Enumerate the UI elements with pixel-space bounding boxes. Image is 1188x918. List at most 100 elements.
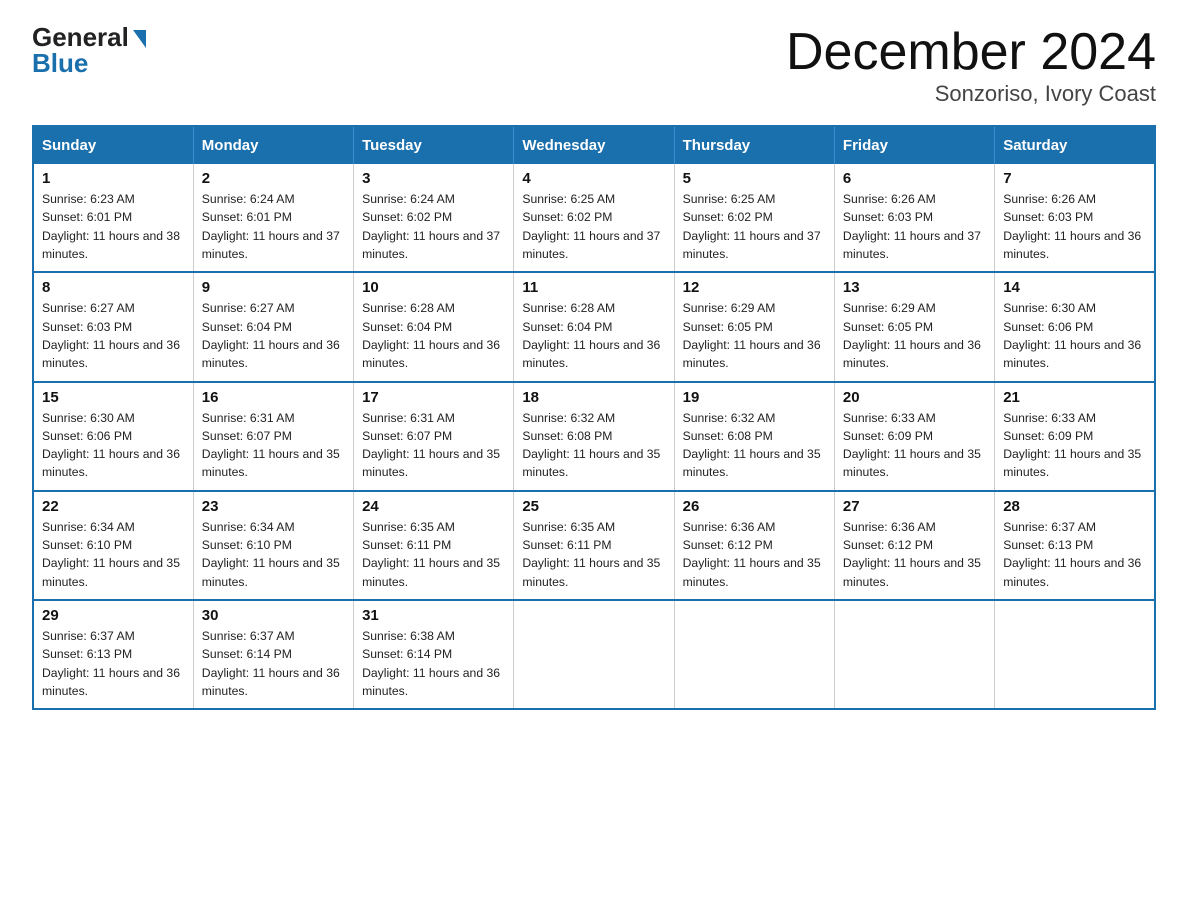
day-number: 2 (202, 170, 345, 187)
calendar-cell (834, 600, 994, 709)
calendar-cell: 14 Sunrise: 6:30 AMSunset: 6:06 PMDayligh… (995, 272, 1155, 381)
day-info: Sunrise: 6:31 AMSunset: 6:07 PMDaylight:… (362, 411, 500, 480)
day-info: Sunrise: 6:27 AMSunset: 6:04 PMDaylight:… (202, 301, 340, 370)
calendar-cell: 28 Sunrise: 6:37 AMSunset: 6:13 PMDayligh… (995, 491, 1155, 600)
day-number: 17 (362, 389, 505, 406)
day-info: Sunrise: 6:26 AMSunset: 6:03 PMDaylight:… (843, 192, 981, 261)
header-thursday: Thursday (674, 126, 834, 164)
calendar-cell: 21 Sunrise: 6:33 AMSunset: 6:09 PMDayligh… (995, 382, 1155, 491)
day-info: Sunrise: 6:37 AMSunset: 6:13 PMDaylight:… (1003, 520, 1141, 589)
day-info: Sunrise: 6:34 AMSunset: 6:10 PMDaylight:… (202, 520, 340, 589)
header-friday: Friday (834, 126, 994, 164)
day-number: 30 (202, 607, 345, 624)
day-info: Sunrise: 6:28 AMSunset: 6:04 PMDaylight:… (362, 301, 500, 370)
calendar-cell: 9 Sunrise: 6:27 AMSunset: 6:04 PMDaylight… (193, 272, 353, 381)
day-info: Sunrise: 6:24 AMSunset: 6:01 PMDaylight:… (202, 192, 340, 261)
day-info: Sunrise: 6:36 AMSunset: 6:12 PMDaylight:… (683, 520, 821, 589)
calendar-cell: 25 Sunrise: 6:35 AMSunset: 6:11 PMDayligh… (514, 491, 674, 600)
calendar-cell: 16Sunrise: 6:31 AMSunset: 6:07 PMDayligh… (193, 382, 353, 491)
day-number: 16 (202, 389, 345, 406)
day-number: 27 (843, 498, 986, 515)
day-info: Sunrise: 6:34 AMSunset: 6:10 PMDaylight:… (42, 520, 180, 589)
day-info: Sunrise: 6:23 AMSunset: 6:01 PMDaylight:… (42, 192, 180, 261)
day-info: Sunrise: 6:25 AMSunset: 6:02 PMDaylight:… (683, 192, 821, 261)
day-info: Sunrise: 6:32 AMSunset: 6:08 PMDaylight:… (683, 411, 821, 480)
logo-general-text: General (32, 24, 129, 50)
calendar-cell: 27 Sunrise: 6:36 AMSunset: 6:12 PMDayligh… (834, 491, 994, 600)
calendar-cell (514, 600, 674, 709)
day-number: 6 (843, 170, 986, 187)
day-number: 5 (683, 170, 826, 187)
calendar-cell: 2 Sunrise: 6:24 AMSunset: 6:01 PMDaylight… (193, 164, 353, 272)
day-number: 15 (42, 389, 185, 406)
header-wednesday: Wednesday (514, 126, 674, 164)
day-info: Sunrise: 6:25 AMSunset: 6:02 PMDaylight:… (522, 192, 660, 261)
month-title: December 2024 (786, 24, 1156, 81)
day-info: Sunrise: 6:30 AMSunset: 6:06 PMDaylight:… (1003, 301, 1141, 370)
calendar-cell: 18 Sunrise: 6:32 AMSunset: 6:08 PMDayligh… (514, 382, 674, 491)
calendar-week-1: 1Sunrise: 6:23 AMSunset: 6:01 PMDaylight… (33, 164, 1155, 272)
calendar-cell: 7 Sunrise: 6:26 AMSunset: 6:03 PMDaylight… (995, 164, 1155, 272)
day-info: Sunrise: 6:38 AMSunset: 6:14 PMDaylight:… (362, 629, 500, 698)
day-info: Sunrise: 6:35 AMSunset: 6:11 PMDaylight:… (362, 520, 500, 589)
day-number: 4 (522, 170, 665, 187)
page-header: General Blue December 2024 Sonzoriso, Iv… (32, 24, 1156, 107)
day-info: Sunrise: 6:30 AMSunset: 6:06 PMDaylight:… (42, 411, 180, 480)
day-number: 20 (843, 389, 986, 406)
day-number: 12 (683, 279, 826, 296)
day-number: 25 (522, 498, 665, 515)
day-number: 7 (1003, 170, 1146, 187)
day-number: 22 (42, 498, 185, 515)
calendar-cell: 22 Sunrise: 6:34 AMSunset: 6:10 PMDayligh… (33, 491, 193, 600)
calendar-cell (995, 600, 1155, 709)
calendar-week-2: 8 Sunrise: 6:27 AMSunset: 6:03 PMDaylight… (33, 272, 1155, 381)
day-info: Sunrise: 6:33 AMSunset: 6:09 PMDaylight:… (843, 411, 981, 480)
calendar-cell (674, 600, 834, 709)
day-number: 3 (362, 170, 505, 187)
title-block: December 2024 Sonzoriso, Ivory Coast (786, 24, 1156, 107)
day-number: 28 (1003, 498, 1146, 515)
day-number: 19 (683, 389, 826, 406)
day-info: Sunrise: 6:37 AMSunset: 6:14 PMDaylight:… (202, 629, 340, 698)
header-saturday: Saturday (995, 126, 1155, 164)
calendar-cell: 6 Sunrise: 6:26 AMSunset: 6:03 PMDaylight… (834, 164, 994, 272)
calendar-cell: 1Sunrise: 6:23 AMSunset: 6:01 PMDaylight… (33, 164, 193, 272)
day-number: 29 (42, 607, 185, 624)
day-number: 18 (522, 389, 665, 406)
calendar-cell: 23Sunrise: 6:34 AMSunset: 6:10 PMDayligh… (193, 491, 353, 600)
day-info: Sunrise: 6:24 AMSunset: 6:02 PMDaylight:… (362, 192, 500, 261)
calendar-cell: 15 Sunrise: 6:30 AMSunset: 6:06 PMDayligh… (33, 382, 193, 491)
day-number: 24 (362, 498, 505, 515)
calendar-cell: 12Sunrise: 6:29 AMSunset: 6:05 PMDayligh… (674, 272, 834, 381)
day-number: 8 (42, 279, 185, 296)
logo-general: General (32, 24, 146, 50)
calendar-cell: 20 Sunrise: 6:33 AMSunset: 6:09 PMDayligh… (834, 382, 994, 491)
logo-blue-text: Blue (32, 50, 88, 76)
day-info: Sunrise: 6:33 AMSunset: 6:09 PMDaylight:… (1003, 411, 1141, 480)
location-subtitle: Sonzoriso, Ivory Coast (786, 81, 1156, 107)
day-info: Sunrise: 6:37 AMSunset: 6:13 PMDaylight:… (42, 629, 180, 698)
day-info: Sunrise: 6:32 AMSunset: 6:08 PMDaylight:… (522, 411, 660, 480)
calendar-cell: 31 Sunrise: 6:38 AMSunset: 6:14 PMDayligh… (354, 600, 514, 709)
day-info: Sunrise: 6:36 AMSunset: 6:12 PMDaylight:… (843, 520, 981, 589)
calendar-cell: 3 Sunrise: 6:24 AMSunset: 6:02 PMDaylight… (354, 164, 514, 272)
header-monday: Monday (193, 126, 353, 164)
header-tuesday: Tuesday (354, 126, 514, 164)
day-info: Sunrise: 6:27 AMSunset: 6:03 PMDaylight:… (42, 301, 180, 370)
calendar-cell: 4 Sunrise: 6:25 AMSunset: 6:02 PMDaylight… (514, 164, 674, 272)
day-info: Sunrise: 6:35 AMSunset: 6:11 PMDaylight:… (522, 520, 660, 589)
day-number: 31 (362, 607, 505, 624)
day-number: 9 (202, 279, 345, 296)
day-number: 21 (1003, 389, 1146, 406)
calendar-week-4: 22 Sunrise: 6:34 AMSunset: 6:10 PMDayligh… (33, 491, 1155, 600)
calendar-cell: 30 Sunrise: 6:37 AMSunset: 6:14 PMDayligh… (193, 600, 353, 709)
day-number: 13 (843, 279, 986, 296)
calendar-cell: 17 Sunrise: 6:31 AMSunset: 6:07 PMDayligh… (354, 382, 514, 491)
calendar-table: Sunday Monday Tuesday Wednesday Thursday… (32, 125, 1156, 710)
calendar-week-5: 29 Sunrise: 6:37 AMSunset: 6:13 PMDayligh… (33, 600, 1155, 709)
calendar-cell: 29 Sunrise: 6:37 AMSunset: 6:13 PMDayligh… (33, 600, 193, 709)
day-number: 11 (522, 279, 665, 296)
day-info: Sunrise: 6:26 AMSunset: 6:03 PMDaylight:… (1003, 192, 1141, 261)
header-sunday: Sunday (33, 126, 193, 164)
day-number: 14 (1003, 279, 1146, 296)
